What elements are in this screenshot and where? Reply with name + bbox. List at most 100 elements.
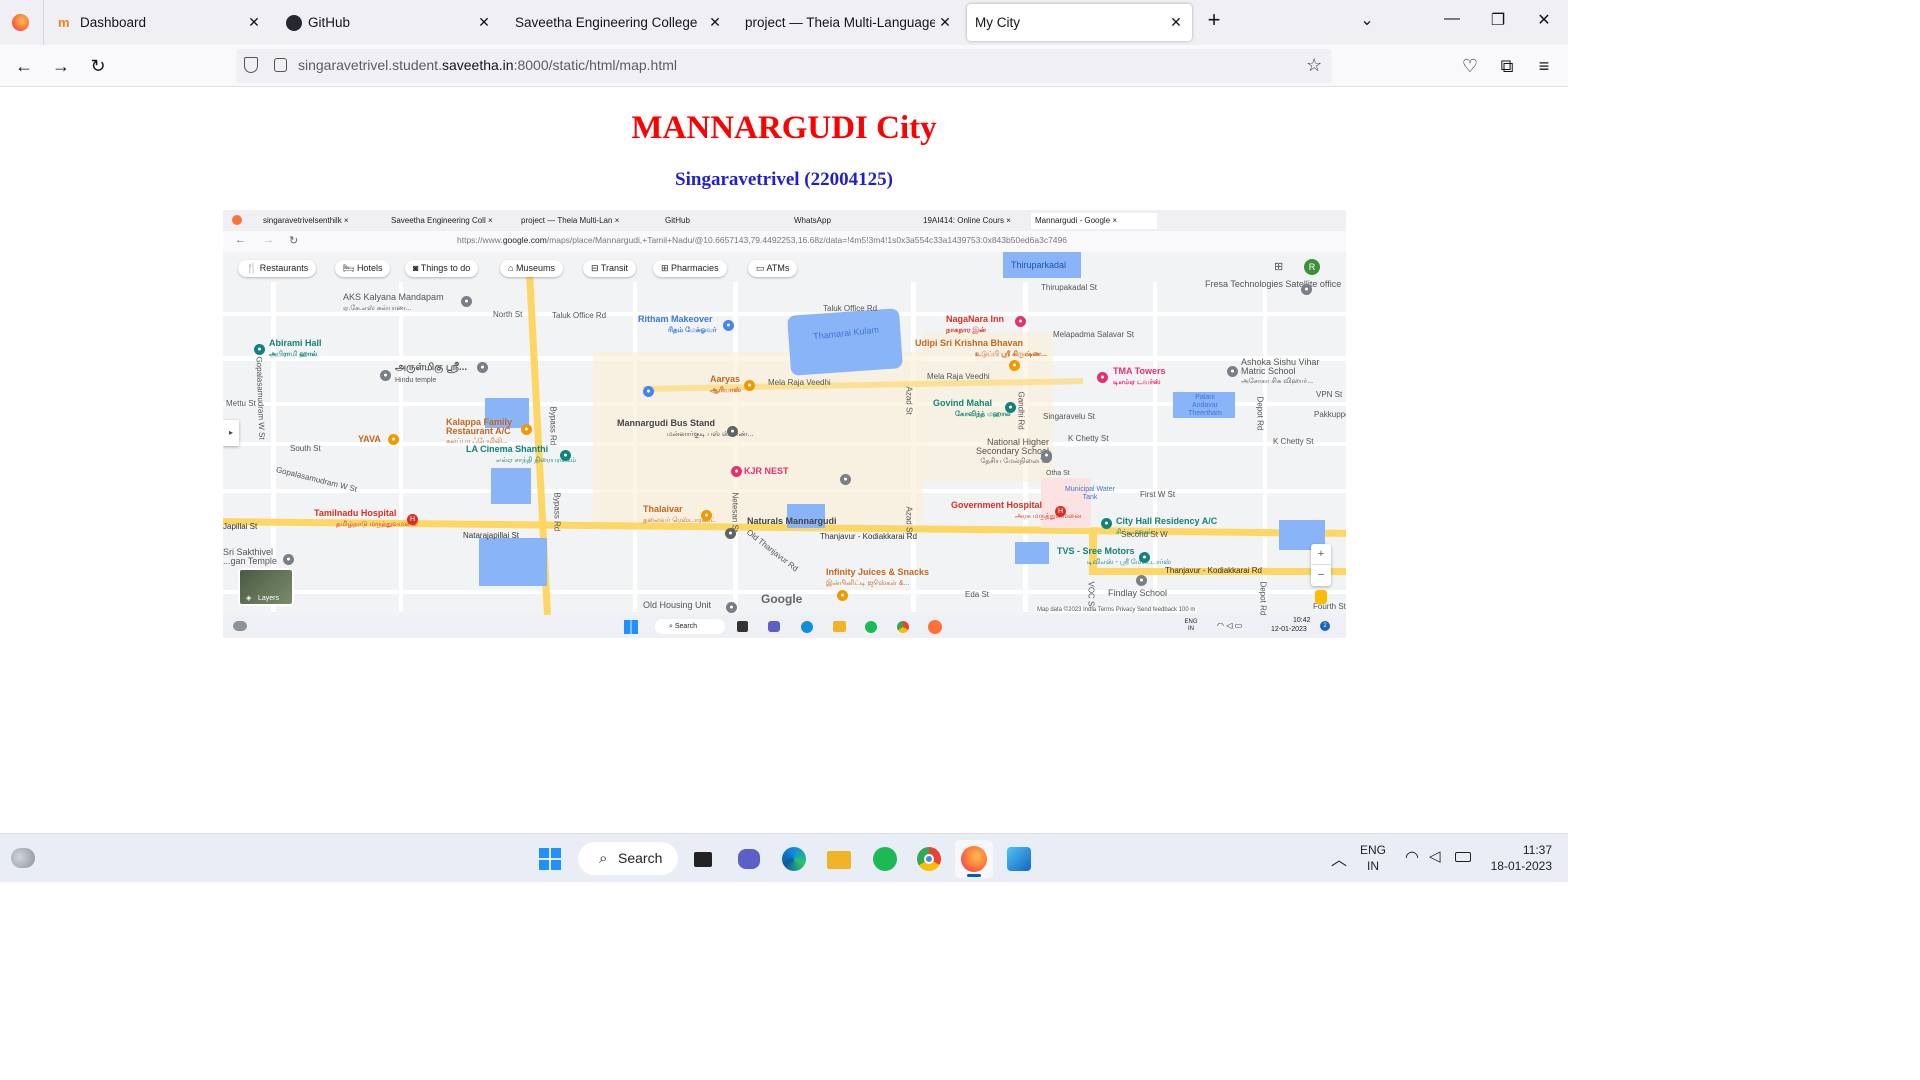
poi-naganara-inn[interactable]: NagaNara Inn நாகநார இன் xyxy=(946,314,1004,335)
restaurant-pin-icon[interactable]: ● xyxy=(701,510,712,521)
tab-saveetha[interactable]: Saveetha Engineering College ✕ xyxy=(501,4,731,41)
task-view-icon[interactable] xyxy=(690,846,716,872)
firefox-taskbar-icon[interactable] xyxy=(955,840,993,878)
hotel-pin-icon[interactable]: ● xyxy=(1015,316,1026,327)
volume-icon[interactable]: ◁ xyxy=(1429,847,1441,865)
close-tab-icon[interactable]: ✕ xyxy=(244,14,264,31)
poi-ashoka-sishu-vihar[interactable]: Ashoka Sishu Vihar Matric School அசோகா சி… xyxy=(1241,358,1321,386)
poi-findlay-school[interactable]: Findlay School xyxy=(1108,588,1167,598)
account-avatar[interactable]: R xyxy=(1304,259,1320,275)
place-pin-icon[interactable]: ● xyxy=(1097,372,1108,383)
poi-ritham-makeover[interactable]: Ritham Makeover ரிதம் மேக்ஓவர் xyxy=(638,314,716,335)
school-pin-icon[interactable]: ● xyxy=(1136,575,1147,586)
poi-fresa-technologies[interactable]: Fresa Technologies Satellite office xyxy=(1205,280,1341,289)
zoom-in-icon[interactable]: + xyxy=(1311,544,1331,565)
reload-icon[interactable]: ↻ xyxy=(87,55,109,77)
cinema-pin-icon[interactable]: ● xyxy=(560,450,571,461)
tab-theia[interactable]: project — Theia Multi-Language Ex ✕ xyxy=(731,4,961,41)
weather-icon[interactable] xyxy=(11,848,35,868)
poi-arulmigu-temple[interactable]: அருள்மிகு ஸ்ரீ... Hindu temple xyxy=(395,362,467,384)
list-tabs-chevron-icon[interactable]: ⌄ xyxy=(1355,10,1379,30)
place-pin-icon[interactable]: ● xyxy=(1005,402,1016,413)
poi-udipi-sri-krishna[interactable]: Udipi Sri Krishna Bhavan உடுப்பி ஸ்ரீ கிர… xyxy=(915,338,1047,359)
battery-icon[interactable] xyxy=(1455,852,1471,862)
temple-pin-icon[interactable]: ● xyxy=(283,554,294,565)
chip-pharmacies[interactable]: ⊞ Pharmacies xyxy=(653,260,727,277)
restore-icon[interactable]: ❐ xyxy=(1486,10,1510,30)
language-indicator[interactable]: ENG IN xyxy=(1360,842,1386,874)
temple-pin-icon[interactable]: ● xyxy=(380,370,391,381)
file-explorer-icon[interactable] xyxy=(826,846,852,872)
edge-browser-icon[interactable] xyxy=(781,846,807,872)
poi-tvs-sree-motors[interactable]: TVS - Sree Motors டிவிஎஸ் - ஸ்ரீ மோட்டார்… xyxy=(1057,546,1171,567)
poi-city-hall-residency[interactable]: City Hall Residency A/C சிட்டி ஹால்... xyxy=(1116,516,1217,537)
paint-app-icon[interactable] xyxy=(1006,846,1032,872)
close-tab-icon[interactable]: ✕ xyxy=(935,14,955,31)
chrome-icon[interactable] xyxy=(916,846,942,872)
place-pin-icon[interactable]: ● xyxy=(254,344,265,355)
hospital-pin-icon[interactable]: H xyxy=(1055,506,1066,517)
tab-github[interactable]: GitHub ✕ xyxy=(272,4,500,41)
restaurant-pin-icon[interactable]: ● xyxy=(1009,360,1020,371)
place-pin-icon[interactable]: ● xyxy=(840,474,851,485)
spotify-icon[interactable] xyxy=(872,846,898,872)
chip-things-to-do[interactable]: ◙ Things to do xyxy=(405,260,479,277)
bus-pin-icon[interactable]: ● xyxy=(727,426,738,437)
poi-old-housing-unit[interactable]: Old Housing Unit xyxy=(643,600,711,610)
poi-infinity-juices[interactable]: Infinity Juices & Snacks இன்பினிட்டி ஜூஸ்… xyxy=(826,567,929,588)
poi-palani-andavar[interactable]: Palani Andavar Theertham xyxy=(1183,394,1227,418)
restaurant-pin-icon[interactable]: ● xyxy=(744,380,755,391)
tab-my-city[interactable]: My City ✕ xyxy=(967,4,1192,41)
chip-museums[interactable]: ⌂ Museums xyxy=(500,260,563,277)
restaurant-pin-icon[interactable]: ● xyxy=(837,590,848,601)
street-view-pegman-icon[interactable] xyxy=(1315,590,1327,604)
poi-abirami-hall[interactable]: Abirami Hall அபிராமி ஹால் xyxy=(269,338,322,359)
shield-icon[interactable] xyxy=(244,57,258,73)
hospital-pin-icon[interactable]: H xyxy=(407,514,418,525)
hotel-pin-icon[interactable]: ● xyxy=(1101,518,1112,529)
windows-start-button[interactable] xyxy=(537,846,563,872)
poi-yava[interactable]: YAVA xyxy=(358,434,381,444)
chip-restaurants[interactable]: 🍴 Restaurants xyxy=(238,260,317,277)
clock[interactable]: 11:37 18-01-2023 xyxy=(1486,842,1552,874)
bookmark-star-icon[interactable]: ☆ xyxy=(1306,55,1322,76)
back-arrow-icon[interactable]: ← xyxy=(13,55,35,77)
chip-hotels[interactable]: 🛏 Hotels xyxy=(335,260,391,277)
place-pin-icon[interactable]: ● xyxy=(477,362,488,373)
hamburger-menu-icon[interactable]: ≡ xyxy=(1533,55,1555,77)
window-close-icon[interactable]: ✕ xyxy=(1532,10,1556,30)
place-pin-icon[interactable]: ● xyxy=(1139,552,1150,563)
poi-tamilnadu-hospital[interactable]: Tamilnadu Hospital தமிழ்நாடு மருத்துவமனை xyxy=(314,508,418,529)
teams-chat-icon[interactable] xyxy=(736,846,762,872)
firefox-menu-icon[interactable] xyxy=(12,14,29,31)
poi-aaryas[interactable]: Aaryas ஆரியாஸ் xyxy=(710,374,741,395)
poi-aks-kalyana[interactable]: AKS Kalyana Mandapam ஏ.கே.எஸ் கல்யாண... xyxy=(343,292,444,313)
wifi-icon[interactable]: ◠ xyxy=(1405,847,1419,867)
poi-kjr-nest[interactable]: KJR NEST xyxy=(744,466,789,476)
close-tab-icon[interactable]: ✕ xyxy=(705,14,725,31)
poi-tma-towers[interactable]: TMA Towers டிஎம்ஏ டவர்ஸ் xyxy=(1113,366,1166,387)
poi-govind-mahal[interactable]: Govind Mahal கோவிந்த் மஹால் xyxy=(933,398,1011,419)
pocket-icon[interactable]: ♡ xyxy=(1459,55,1481,77)
place-pin-icon[interactable]: ● xyxy=(461,296,472,307)
address-bar[interactable]: singaravetrivel.student.saveetha.in:8000… xyxy=(236,49,1332,83)
place-pin-icon[interactable]: ● xyxy=(723,320,734,331)
hotel-pin-icon[interactable]: ● xyxy=(731,466,742,477)
poi-kalappa-restaurant[interactable]: Kalappa Family Restaurant A/C கலப்பா ஃபேம… xyxy=(446,418,526,446)
place-pin-icon[interactable]: ● xyxy=(725,528,736,539)
restaurant-pin-icon[interactable]: ● xyxy=(388,434,399,445)
close-tab-icon[interactable]: ✕ xyxy=(1166,14,1186,31)
new-tab-plus-icon[interactable]: + xyxy=(1202,7,1226,33)
close-tab-icon[interactable]: ✕ xyxy=(474,14,494,31)
insecure-lock-icon[interactable] xyxy=(274,58,287,72)
place-pin-icon[interactable]: ● xyxy=(726,602,737,613)
place-pin-icon[interactable]: ● xyxy=(643,386,654,397)
poi-sri-sakthivel-temple[interactable]: Sri Sakthivel ...gan Temple xyxy=(223,548,285,566)
place-pin-icon[interactable]: ● xyxy=(1041,450,1052,461)
restaurant-pin-icon[interactable]: ● xyxy=(521,424,532,435)
extensions-icon[interactable]: ⧉ xyxy=(1496,55,1518,77)
chip-transit[interactable]: ⊟ Transit xyxy=(583,260,637,277)
side-panel-toggle[interactable]: ▸ xyxy=(223,420,239,446)
chip-atms[interactable]: ▭ ATMs xyxy=(748,260,798,277)
place-pin-icon[interactable]: ● xyxy=(1301,284,1312,295)
